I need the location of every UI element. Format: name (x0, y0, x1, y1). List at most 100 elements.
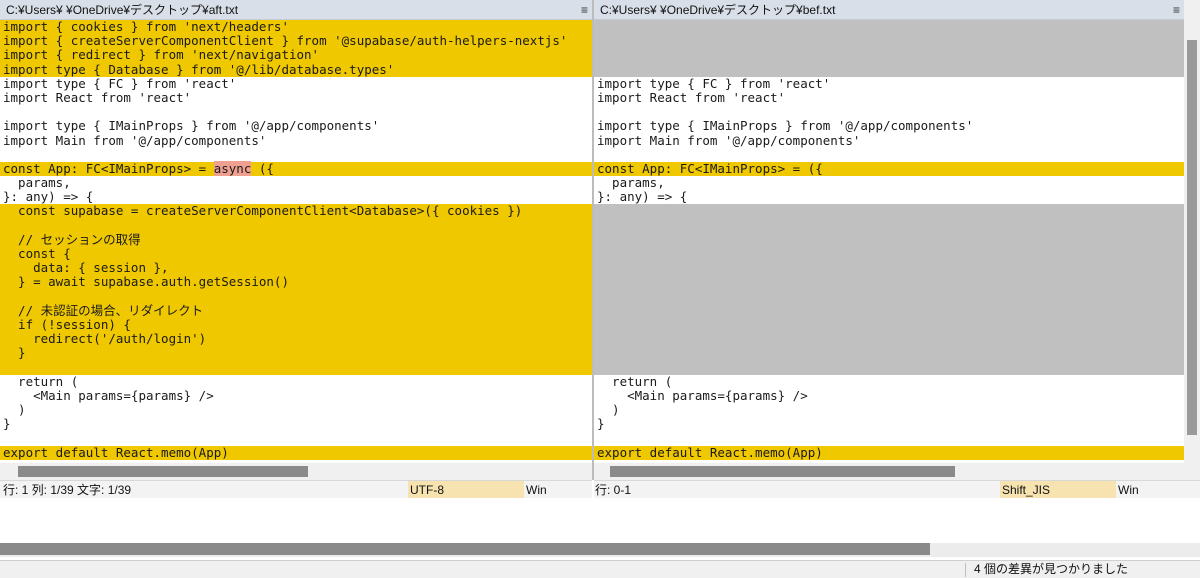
code-text: export default React.memo(App) (597, 444, 823, 460)
right-code-line[interactable] (594, 62, 1184, 77)
left-code-line[interactable] (0, 105, 592, 119)
left-scrollbar-thumb[interactable] (18, 466, 308, 477)
right-file-pane[interactable]: C:¥Users¥ ¥OneDrive¥デスクトップ¥bef.txt ≡ imp… (594, 0, 1184, 480)
right-code-line[interactable]: import type { FC } from 'react' (594, 75, 1184, 91)
right-encoding[interactable]: Shift_JIS (1000, 481, 1116, 499)
menu-icon[interactable]: ≡ (1173, 0, 1180, 20)
left-code-line[interactable]: import React from 'react' (0, 90, 592, 105)
left-code-line[interactable]: // 未認証の場合、リダイレクト (0, 302, 592, 318)
left-code-line[interactable]: params, (0, 175, 592, 190)
right-code-line[interactable] (594, 232, 1184, 247)
left-code-line[interactable]: ) (0, 402, 592, 418)
code-text: return ( (3, 373, 79, 389)
left-code-line[interactable]: redirect('/auth/login') (0, 332, 592, 347)
right-code-line[interactable] (594, 303, 1184, 318)
right-code-line[interactable]: }: any) => { (594, 190, 1184, 204)
left-code-line[interactable]: import { redirect } from 'next/navigatio… (0, 47, 592, 63)
left-code-line[interactable]: import type { IMainProps } from '@/app/c… (0, 119, 592, 133)
left-code-line[interactable]: <Main params={params} /> (0, 387, 592, 403)
right-code-line[interactable] (594, 261, 1184, 276)
left-code-line[interactable]: return ( (0, 373, 592, 389)
left-cursor-position: 行: 1 列: 1/39 文字: 1/39 (3, 483, 132, 497)
left-code-line[interactable] (0, 431, 592, 445)
code-text: const App: FC<IMainProps> = (3, 160, 214, 176)
right-code-area[interactable]: import type { FC } from 'react' import Re… (594, 20, 1184, 460)
right-code-line[interactable] (594, 317, 1184, 333)
right-code-line[interactable]: import React from 'react' (594, 90, 1184, 105)
code-text: if (!session) { (3, 316, 131, 332)
bottom-scrollbar-thumb[interactable] (0, 543, 930, 555)
right-code-line[interactable] (594, 105, 1184, 119)
right-code-line[interactable] (594, 431, 1184, 445)
right-horizontal-scrollbar[interactable] (594, 463, 1184, 480)
code-text: import type { IMainProps } from '@/app/c… (3, 118, 380, 134)
left-code-line[interactable]: data: { session }, (0, 261, 592, 276)
code-text: <Main params={params} /> (597, 387, 808, 403)
left-code-line[interactable]: // セッションの取得 (0, 232, 592, 247)
code-text: import type { FC } from 'react' (597, 75, 831, 91)
left-line-ending[interactable]: Win (526, 481, 547, 499)
left-code-area[interactable]: import { cookies } from 'next/headers' im… (0, 19, 592, 460)
right-code-line[interactable] (594, 346, 1184, 361)
left-code-line[interactable] (0, 148, 592, 162)
left-code-line[interactable]: export default React.memo(App) (0, 445, 592, 460)
right-code-line[interactable] (594, 275, 1184, 290)
code-text: import Main from '@/app/components' (3, 132, 267, 148)
right-code-line[interactable] (594, 247, 1184, 262)
left-code-line[interactable]: const { (0, 246, 592, 262)
left-code-line[interactable]: import type { FC } from 'react' (0, 76, 592, 91)
right-code-line[interactable]: import Main from '@/app/components' (594, 132, 1184, 148)
code-text: params, (597, 175, 665, 191)
right-code-line[interactable]: const App: FC<IMainProps> = ({ (594, 161, 1184, 177)
left-encoding[interactable]: UTF-8 (408, 481, 524, 499)
left-file-pane[interactable]: C:¥Users¥ ¥OneDrive¥デスクトップ¥aft.txt ≡ imp… (0, 0, 592, 480)
code-text: }: any) => { (3, 189, 94, 205)
right-code-line[interactable]: export default React.memo(App) (594, 444, 1184, 460)
code-text: import { cookies } from 'next/headers' (3, 19, 289, 34)
code-text: ) (3, 402, 26, 418)
code-text: <Main params={params} /> (3, 387, 214, 403)
right-code-line[interactable] (594, 289, 1184, 304)
left-code-line[interactable]: } = await supabase.auth.getSession() (0, 275, 592, 290)
left-file-title: C:¥Users¥ ¥OneDrive¥デスクトップ¥aft.txt ≡ (0, 0, 592, 20)
left-code-line[interactable]: const App: FC<IMainProps> = async ({ (0, 160, 592, 177)
vertical-scrollbar-thumb[interactable] (1187, 40, 1197, 435)
right-code-line[interactable]: import type { IMainProps } from '@/app/c… (594, 119, 1184, 133)
right-code-line[interactable]: params, (594, 175, 1184, 191)
right-code-line[interactable] (594, 34, 1184, 49)
left-code-line[interactable]: if (!session) { (0, 316, 592, 333)
code-text: import Main from '@/app/components' (597, 132, 861, 148)
left-code-line[interactable]: import type { Database } from '@/lib/dat… (0, 62, 592, 77)
right-code-line[interactable] (594, 218, 1184, 233)
right-code-line[interactable]: ) (594, 402, 1184, 417)
vertical-scrollbar[interactable] (1184, 0, 1200, 480)
code-text: // 未認証の場合、リダイレクト (3, 302, 204, 318)
right-code-line[interactable] (594, 332, 1184, 347)
bottom-horizontal-scrollbar[interactable] (0, 543, 1200, 557)
left-code-line[interactable]: }: any) => { (0, 190, 592, 204)
right-code-line[interactable] (594, 20, 1184, 35)
right-line-ending[interactable]: Win (1118, 481, 1139, 499)
right-code-line[interactable] (594, 360, 1184, 375)
left-code-line[interactable]: const supabase = createServerComponentCl… (0, 204, 592, 219)
right-scrollbar-thumb[interactable] (610, 466, 955, 477)
left-code-line[interactable]: } (0, 417, 592, 431)
right-status-bar: 行: 0-1 Shift_JIS Win (594, 480, 1200, 499)
code-text: ({ (251, 160, 274, 176)
left-code-line[interactable]: import { cookies } from 'next/headers' (0, 19, 592, 35)
left-code-line[interactable]: import Main from '@/app/components' (0, 132, 592, 148)
left-code-line[interactable] (0, 360, 592, 375)
left-code-line[interactable]: } (0, 346, 592, 361)
code-text: import { redirect } from 'next/navigatio… (3, 47, 320, 63)
left-horizontal-scrollbar[interactable] (0, 463, 592, 480)
left-code-line[interactable] (0, 218, 592, 233)
right-code-line[interactable] (594, 204, 1184, 219)
right-code-line[interactable]: return ( (594, 374, 1184, 389)
right-code-line[interactable]: <Main params={params} /> (594, 387, 1184, 403)
right-code-line[interactable]: } (594, 417, 1184, 431)
left-code-line[interactable]: import { createServerComponentClient } f… (0, 34, 592, 49)
right-code-line[interactable] (594, 48, 1184, 63)
right-code-line[interactable] (594, 148, 1184, 162)
left-code-line[interactable] (0, 289, 592, 304)
menu-icon[interactable]: ≡ (581, 0, 588, 20)
